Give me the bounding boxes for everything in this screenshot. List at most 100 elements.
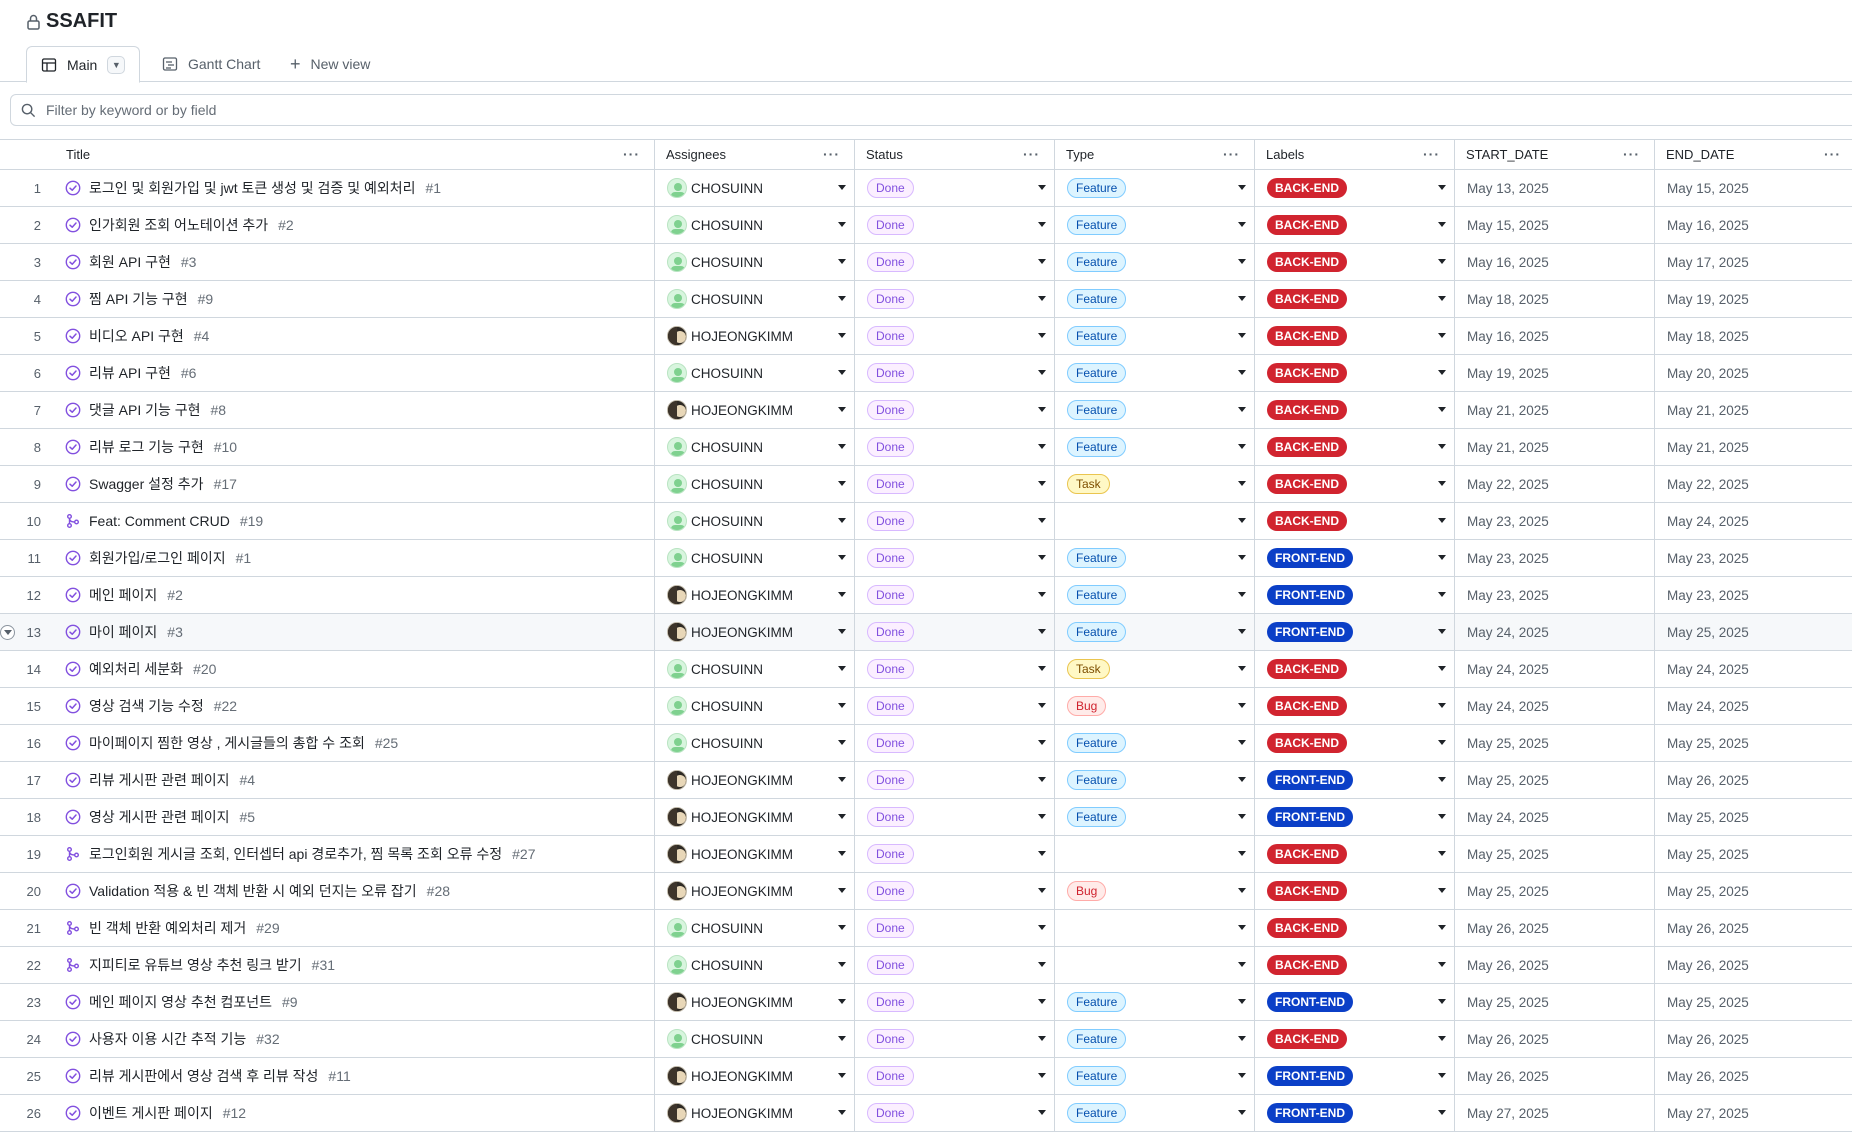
chevron-down-icon[interactable] (1438, 703, 1446, 708)
chevron-down-icon[interactable] (1238, 629, 1246, 634)
column-options-icon[interactable]: ··· (1423, 146, 1440, 162)
type-cell[interactable]: Feature (1055, 577, 1255, 613)
labels-cell[interactable]: BACK-END (1255, 836, 1455, 872)
type-cell[interactable] (1055, 503, 1255, 539)
column-header-type[interactable]: Type ··· (1055, 140, 1255, 169)
chevron-down-icon[interactable] (1038, 407, 1046, 412)
chevron-down-icon[interactable] (1438, 333, 1446, 338)
start-date-cell[interactable]: May 26, 2025 (1455, 1021, 1655, 1057)
end-date-cell[interactable]: May 21, 2025 (1655, 429, 1852, 465)
chevron-down-icon[interactable] (1238, 296, 1246, 301)
chevron-down-icon[interactable] (1438, 481, 1446, 486)
table-row[interactable]: 19 로그인회원 게시글 조회, 인터셉터 api 경로추가, 찜 목록 조회 오… (0, 836, 1852, 873)
status-cell[interactable]: Done (855, 392, 1055, 428)
start-date-cell[interactable]: May 24, 2025 (1455, 614, 1655, 650)
status-cell[interactable]: Done (855, 281, 1055, 317)
assignee-cell[interactable]: CHOSUINN (655, 540, 855, 576)
status-cell[interactable]: Done (855, 947, 1055, 983)
title-cell[interactable]: 댓글 API 기능 구현 #8 (55, 392, 655, 428)
labels-cell[interactable]: FRONT-END (1255, 762, 1455, 798)
column-header-status[interactable]: Status ··· (855, 140, 1055, 169)
table-row[interactable]: 7 댓글 API 기능 구현 #8 HOJEONGKIMM Done Feature BAC… (0, 392, 1852, 429)
chevron-down-icon[interactable] (1438, 1110, 1446, 1115)
title-cell[interactable]: 리뷰 게시판 관련 페이지 #4 (55, 762, 655, 798)
title-cell[interactable]: 회원 API 구현 #3 (55, 244, 655, 280)
start-date-cell[interactable]: May 23, 2025 (1455, 503, 1655, 539)
start-date-cell[interactable]: May 23, 2025 (1455, 577, 1655, 613)
labels-cell[interactable]: BACK-END (1255, 170, 1455, 206)
chevron-down-icon[interactable] (1438, 222, 1446, 227)
filter-bar[interactable] (10, 94, 1852, 126)
type-cell[interactable] (1055, 910, 1255, 946)
chevron-down-icon[interactable] (1438, 370, 1446, 375)
type-cell[interactable]: Feature (1055, 244, 1255, 280)
column-header-end-date[interactable]: END_DATE ··· (1655, 140, 1852, 169)
issue-title-link[interactable]: 메인 페이지 영상 추천 컴포넌트 (89, 992, 272, 1012)
end-date-cell[interactable]: May 26, 2025 (1655, 1058, 1852, 1094)
chevron-down-icon[interactable] (1238, 370, 1246, 375)
start-date-cell[interactable]: May 24, 2025 (1455, 688, 1655, 724)
type-cell[interactable]: Feature (1055, 170, 1255, 206)
type-cell[interactable]: Feature (1055, 540, 1255, 576)
labels-cell[interactable]: FRONT-END (1255, 1058, 1455, 1094)
end-date-cell[interactable]: May 26, 2025 (1655, 947, 1852, 983)
chevron-down-icon[interactable] (1238, 925, 1246, 930)
column-options-icon[interactable]: ··· (1623, 146, 1640, 162)
title-cell[interactable]: 지피티로 유튜브 영상 추천 링크 받기 #31 (55, 947, 655, 983)
type-cell[interactable]: Feature (1055, 799, 1255, 835)
status-cell[interactable]: Done (855, 1021, 1055, 1057)
title-cell[interactable]: 리뷰 로그 기능 구현 #10 (55, 429, 655, 465)
assignee-cell[interactable]: CHOSUINN (655, 244, 855, 280)
table-row[interactable]: 25 리뷰 게시판에서 영상 검색 후 리뷰 작성 #11 HOJEONGKIMM Do… (0, 1058, 1852, 1095)
type-cell[interactable]: Feature (1055, 762, 1255, 798)
type-cell[interactable]: Feature (1055, 318, 1255, 354)
assignee-cell[interactable]: CHOSUINN (655, 910, 855, 946)
status-cell[interactable]: Done (855, 244, 1055, 280)
assignee-cell[interactable]: CHOSUINN (655, 651, 855, 687)
chevron-down-icon[interactable] (838, 185, 846, 190)
chevron-down-icon[interactable] (838, 481, 846, 486)
chevron-down-icon[interactable] (838, 333, 846, 338)
start-date-cell[interactable]: May 27, 2025 (1455, 1095, 1655, 1131)
status-cell[interactable]: Done (855, 651, 1055, 687)
chevron-down-icon[interactable] (838, 259, 846, 264)
type-cell[interactable]: Task (1055, 466, 1255, 502)
chevron-down-icon[interactable] (1438, 851, 1446, 856)
chevron-down-icon[interactable] (1238, 1036, 1246, 1041)
chevron-down-icon[interactable] (1238, 814, 1246, 819)
table-row[interactable]: 16 마이페이지 찜한 영상 , 게시글들의 총합 수 조회 #25 CHOSUINN… (0, 725, 1852, 762)
issue-title-link[interactable]: Validation 적용 & 빈 객체 반환 시 예외 던지는 오류 잡기 (89, 881, 417, 901)
chevron-down-icon[interactable] (1238, 407, 1246, 412)
chevron-down-icon[interactable] (1038, 370, 1046, 375)
title-cell[interactable]: 마이페이지 찜한 영상 , 게시글들의 총합 수 조회 #25 (55, 725, 655, 761)
column-options-icon[interactable]: ··· (823, 146, 840, 162)
assignee-cell[interactable]: CHOSUINN (655, 355, 855, 391)
chevron-down-icon[interactable] (1238, 999, 1246, 1004)
type-cell[interactable]: Feature (1055, 429, 1255, 465)
issue-title-link[interactable]: 회원가입/로그인 페이지 (89, 548, 226, 568)
labels-cell[interactable]: BACK-END (1255, 318, 1455, 354)
start-date-cell[interactable]: May 25, 2025 (1455, 836, 1655, 872)
chevron-down-icon[interactable] (1038, 222, 1046, 227)
tab-main[interactable]: Main ▼ (26, 46, 141, 83)
chevron-down-icon[interactable] (838, 851, 846, 856)
end-date-cell[interactable]: May 25, 2025 (1655, 873, 1852, 909)
end-date-cell[interactable]: May 16, 2025 (1655, 207, 1852, 243)
chevron-down-icon[interactable] (1238, 259, 1246, 264)
title-cell[interactable]: 마이 페이지 #3 (55, 614, 655, 650)
issue-title-link[interactable]: 로그인 및 회원가입 및 jwt 토큰 생성 및 검증 및 예외처리 (89, 178, 416, 198)
start-date-cell[interactable]: May 16, 2025 (1455, 318, 1655, 354)
chevron-down-icon[interactable] (1238, 740, 1246, 745)
labels-cell[interactable]: BACK-END (1255, 651, 1455, 687)
type-cell[interactable] (1055, 836, 1255, 872)
labels-cell[interactable]: BACK-END (1255, 244, 1455, 280)
title-cell[interactable]: 이벤트 게시판 페이지 #12 (55, 1095, 655, 1131)
status-cell[interactable]: Done (855, 873, 1055, 909)
chevron-down-icon[interactable] (1438, 296, 1446, 301)
chevron-down-icon[interactable] (1038, 1110, 1046, 1115)
labels-cell[interactable]: FRONT-END (1255, 540, 1455, 576)
start-date-cell[interactable]: May 25, 2025 (1455, 762, 1655, 798)
chevron-down-icon[interactable] (1438, 1036, 1446, 1041)
labels-cell[interactable]: FRONT-END (1255, 614, 1455, 650)
start-date-cell[interactable]: May 21, 2025 (1455, 392, 1655, 428)
